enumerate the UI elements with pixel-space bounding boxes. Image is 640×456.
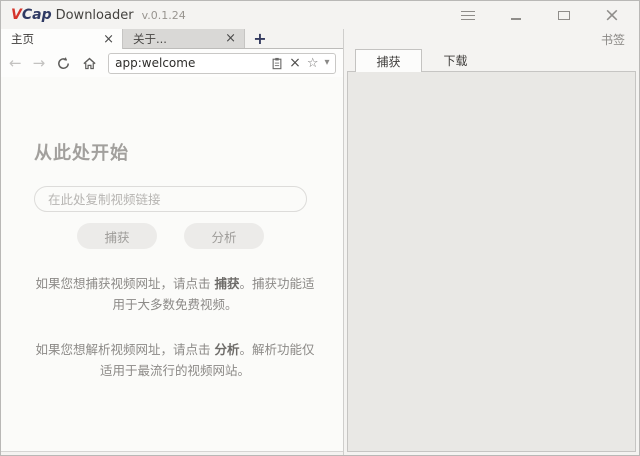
navigation-bar: ← → × ☆ ▾ (1, 49, 343, 77)
new-tab-button[interactable]: + (245, 29, 275, 48)
analyze-description: 如果您想解析视频网址，请点击 分析。解析功能仅适用于最流行的视频网站。 (34, 340, 316, 381)
close-icon: × (604, 6, 620, 25)
tab-home[interactable]: 主页 × (1, 29, 123, 49)
forward-icon[interactable]: → (33, 56, 46, 71)
capture-description: 如果您想捕获视频网址，请点击 捕获。捕获功能适用于大多数免费视频。 (34, 274, 316, 315)
logo-cap: Cap (22, 7, 52, 23)
bookmark-star-icon[interactable]: ☆ (307, 57, 319, 70)
logo-v: V (11, 7, 22, 23)
tab-capture[interactable]: 捕获 (355, 49, 422, 72)
bookmark-row: 书签 (347, 29, 636, 49)
menu-button[interactable] (453, 4, 483, 26)
address-bar[interactable]: × ☆ ▾ (108, 53, 335, 74)
back-icon[interactable]: ← (9, 56, 22, 71)
capture-button[interactable]: 捕获 (77, 223, 157, 249)
clear-url-icon[interactable]: × (289, 56, 301, 70)
page-title: 从此处开始 (34, 139, 343, 165)
tab-home-close-icon[interactable]: × (101, 32, 116, 47)
url-input[interactable] (115, 56, 265, 70)
refresh-icon[interactable] (56, 56, 71, 71)
app-window: V Cap Downloader v.0.1.24 × 主页 × (0, 0, 640, 456)
analyze-button[interactable]: 分析 (184, 223, 264, 249)
tab-about[interactable]: 关于... × (123, 29, 245, 48)
tab-about-label: 关于... (133, 31, 223, 47)
dropdown-arrow-icon[interactable]: ▾ (325, 58, 330, 68)
tab-about-close-icon[interactable]: × (223, 31, 238, 46)
close-button[interactable]: × (597, 4, 627, 26)
action-buttons: 捕获 分析 (34, 223, 307, 249)
side-panel: 书签 捕获 下载 (344, 29, 639, 455)
maximize-button[interactable] (549, 4, 579, 26)
app-version: v.0.1.24 (142, 9, 186, 22)
welcome-page: 从此处开始 捕获 分析 如果您想捕获视频网址，请点击 捕获。捕获功能适用于大多数… (1, 77, 343, 452)
minimize-icon (511, 18, 521, 20)
app-title: Downloader (56, 8, 134, 23)
bookmarks-button[interactable]: 书签 (601, 31, 625, 48)
title-bar: V Cap Downloader v.0.1.24 × (1, 1, 639, 29)
tab-home-label: 主页 (11, 31, 101, 47)
tab-download[interactable]: 下载 (422, 49, 489, 71)
browser-pane: 主页 × 关于... × + ← → (1, 29, 344, 455)
clipboard-icon[interactable] (271, 57, 283, 70)
hamburger-icon (461, 8, 475, 23)
main-area: 主页 × 关于... × + ← → (1, 29, 639, 455)
side-panel-tabs: 捕获 下载 (347, 49, 636, 71)
browser-tab-strip: 主页 × 关于... × + (1, 29, 343, 49)
app-logo: V Cap Downloader (11, 7, 134, 23)
capture-list-pane (347, 71, 636, 452)
video-link-input[interactable] (34, 186, 307, 212)
minimize-button[interactable] (501, 4, 531, 26)
maximize-icon (558, 11, 570, 20)
home-icon[interactable] (82, 56, 97, 71)
